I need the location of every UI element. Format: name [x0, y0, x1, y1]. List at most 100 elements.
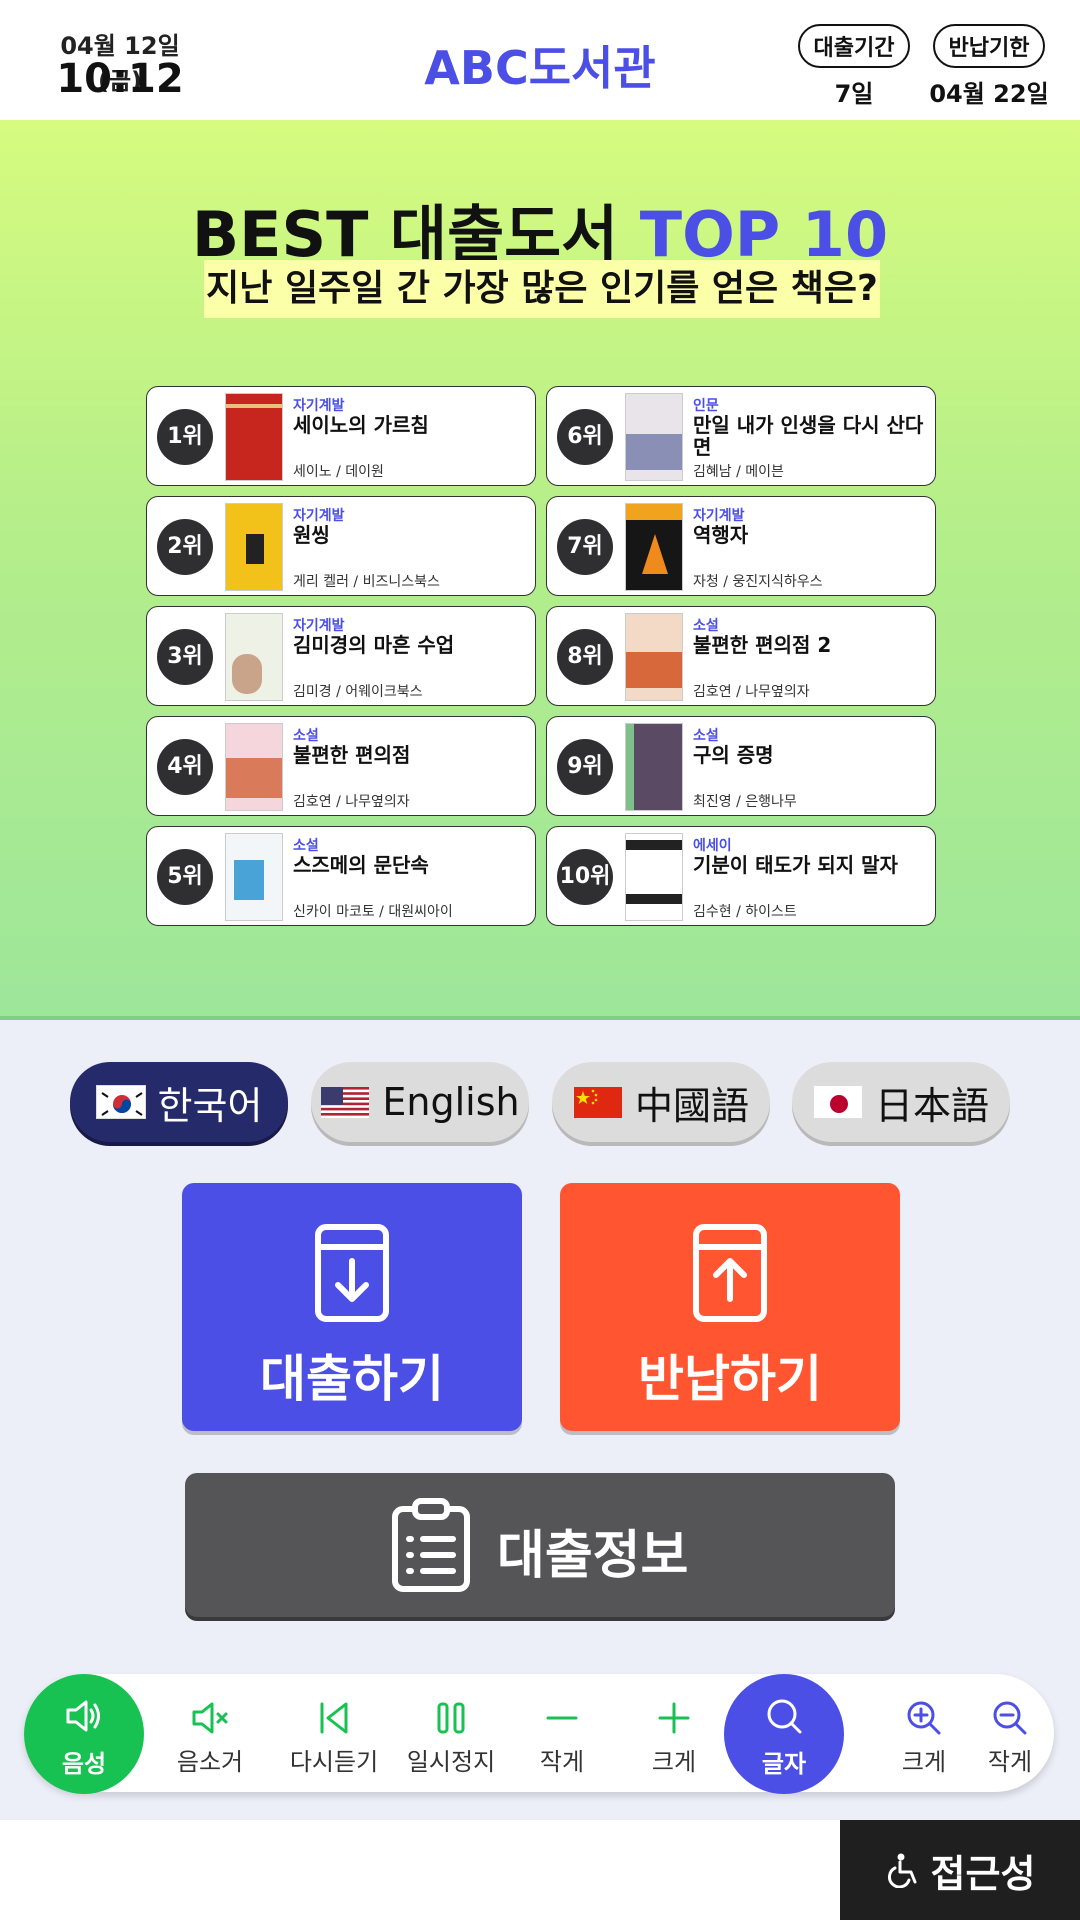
- book-card-1[interactable]: 1위 자기계발 세이노의 가르침 세이노 / 데이원: [146, 386, 536, 486]
- text-size-label: 글자: [761, 1750, 807, 1778]
- rank-badge: 8위: [557, 629, 613, 685]
- book-download-icon: [315, 1224, 389, 1322]
- book-author: 김혜남 / 메이븐: [693, 464, 784, 480]
- book-title: 만일 내가 인생을 다시 산다면: [693, 413, 924, 459]
- china-flag-icon: [572, 1085, 623, 1119]
- book-card-5[interactable]: 5위 소설 스즈메의 문단속 신카이 마코토 / 대원씨아이: [146, 826, 536, 926]
- language-english-button[interactable]: English: [311, 1062, 529, 1142]
- book-title: 기분이 태도가 되지 말자: [693, 853, 898, 877]
- book-author: 김호연 / 나무옆의자: [293, 794, 410, 810]
- book-category: 소설: [293, 838, 319, 854]
- book-category: 자기계발: [693, 508, 745, 524]
- return-due-value: 04월 22일: [929, 80, 1049, 108]
- book-cover-image: [225, 503, 283, 591]
- text-size-button[interactable]: 글자: [724, 1674, 844, 1794]
- book-category: 인문: [693, 398, 719, 414]
- book-cover-image: [625, 503, 683, 591]
- footer-area: [0, 1820, 840, 1920]
- language-chinese-button[interactable]: 中國語: [552, 1062, 770, 1142]
- loan-period-value: 7일: [834, 80, 874, 108]
- best-books-banner: BEST 대출도서 TOP 10 지난 일주일 간 가장 많은 인기를 얻은 책…: [0, 120, 1080, 1020]
- library-name: ABC도서관: [424, 41, 656, 95]
- book-cover-image: [225, 723, 283, 811]
- top-header: 04월 12일 (금) 10:12 ABC도서관 대출기간 7일 반납기한 04…: [0, 0, 1080, 120]
- speaker-icon: [66, 1700, 100, 1732]
- book-card-6[interactable]: 6위 인문 만일 내가 인생을 다시 산다면 김혜남 / 메이븐: [546, 386, 936, 486]
- rank-badge: 5위: [157, 849, 213, 905]
- book-title: 세이노의 가르침: [293, 413, 429, 437]
- book-title: 불편한 편의점: [293, 743, 411, 767]
- book-author: 최진영 / 은행나무: [693, 794, 797, 810]
- return-label: 반납하기: [638, 1350, 822, 1408]
- language-korean-button[interactable]: 한국어: [70, 1062, 288, 1142]
- mute-icon: [192, 1702, 228, 1734]
- loan-period: 대출기간 7일: [793, 24, 915, 109]
- book-card-10[interactable]: 10위 에세이 기분이 태도가 되지 말자 김수현 / 하이스트: [546, 826, 936, 926]
- rank-badge: 2위: [157, 519, 213, 575]
- mute-button[interactable]: 음소거: [160, 1674, 260, 1792]
- language-label: English: [382, 1080, 520, 1124]
- book-cover-image: [225, 613, 283, 701]
- japan-flag-icon: [812, 1085, 863, 1119]
- pause-icon: [437, 1702, 465, 1734]
- zoom-in-label: 크게: [901, 1748, 947, 1776]
- book-category: 자기계발: [293, 398, 345, 414]
- book-category: 자기계발: [293, 508, 345, 524]
- book-cover-image: [625, 613, 683, 701]
- korea-flag-icon: [95, 1085, 146, 1119]
- accessibility-tab[interactable]: 접근성: [840, 1820, 1080, 1920]
- zoom-out-button[interactable]: 작게: [960, 1674, 1060, 1792]
- return-due: 반납기한 04월 22일: [928, 24, 1050, 109]
- usa-flag-icon: [320, 1085, 371, 1119]
- book-title: 불편한 편의점 2: [693, 633, 832, 657]
- voice-label: 음성: [61, 1750, 107, 1778]
- book-card-9[interactable]: 9위 소설 구의 증명 최진영 / 은행나무: [546, 716, 936, 816]
- book-cover-image: [225, 393, 283, 481]
- book-category: 소설: [693, 618, 719, 634]
- rank-badge: 1위: [157, 409, 213, 465]
- book-title: 김미경의 마흔 수업: [293, 633, 455, 657]
- pause-button[interactable]: 일시정지: [386, 1674, 516, 1792]
- book-author: 김호연 / 나무옆의자: [693, 684, 810, 700]
- volume-down-label: 작게: [539, 1748, 585, 1776]
- volume-up-label: 크게: [651, 1748, 697, 1776]
- volume-down-button[interactable]: 작게: [512, 1674, 612, 1792]
- zoom-out-label: 작게: [987, 1748, 1033, 1776]
- book-card-7[interactable]: 7위 자기계발 역행자 자청 / 웅진지식하우스: [546, 496, 936, 596]
- clipboard-list-icon: [392, 1498, 470, 1592]
- language-label: 한국어: [157, 1083, 263, 1128]
- return-button[interactable]: 반납하기: [560, 1183, 900, 1431]
- book-cover-image: [625, 723, 683, 811]
- current-time: 10:12: [56, 56, 184, 102]
- book-author: 세이노 / 데이원: [293, 464, 384, 480]
- loan-info-button[interactable]: 대출정보: [185, 1473, 895, 1617]
- voice-button[interactable]: 음성: [24, 1674, 144, 1794]
- rank-badge: 6위: [557, 409, 613, 465]
- book-title: 역행자: [693, 523, 749, 547]
- book-author: 자청 / 웅진지식하우스: [693, 574, 823, 590]
- book-upload-icon: [693, 1224, 767, 1322]
- skip-back-icon: [320, 1702, 348, 1734]
- replay-button[interactable]: 다시듣기: [274, 1674, 394, 1792]
- book-card-4[interactable]: 4위 소설 불편한 편의점 김호연 / 나무옆의자: [146, 716, 536, 816]
- book-cover-image: [225, 833, 283, 921]
- book-card-3[interactable]: 3위 자기계발 김미경의 마흔 수업 김미경 / 어웨이크북스: [146, 606, 536, 706]
- volume-up-button[interactable]: 크게: [624, 1674, 724, 1792]
- accessibility-toolbar: 음소거 다시듣기 일시정지 작게 크게 크게 작게: [24, 1674, 1054, 1792]
- borrow-button[interactable]: 대출하기: [182, 1183, 522, 1431]
- book-card-8[interactable]: 8위 소설 불편한 편의점 2 김호연 / 나무옆의자: [546, 606, 936, 706]
- minus-icon: [546, 1716, 578, 1720]
- zoom-in-button[interactable]: 크게: [874, 1674, 974, 1792]
- rank-badge: 3위: [157, 629, 213, 685]
- loan-period-label: 대출기간: [797, 24, 911, 68]
- language-japanese-button[interactable]: 日本語: [792, 1062, 1010, 1142]
- rank-badge: 7위: [557, 519, 613, 575]
- book-card-2[interactable]: 2위 자기계발 원씽 게리 켈러 / 비즈니스북스: [146, 496, 536, 596]
- book-category: 자기계발: [293, 618, 345, 634]
- accessibility-tab-label: 접근성: [930, 1851, 1036, 1896]
- language-label: 日本語: [874, 1083, 989, 1128]
- book-category: 소설: [293, 728, 319, 744]
- book-category: 에세이: [693, 838, 732, 854]
- book-category: 소설: [693, 728, 719, 744]
- search-icon: [767, 1699, 802, 1734]
